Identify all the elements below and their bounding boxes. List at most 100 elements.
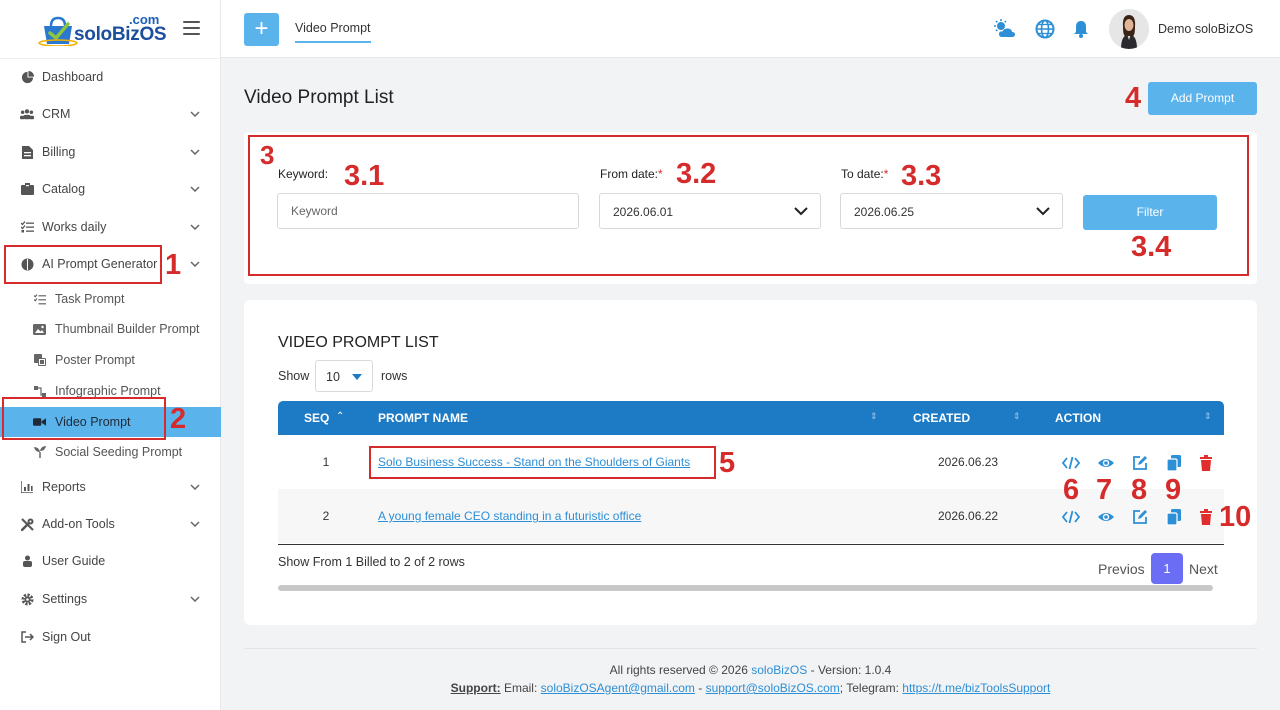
sidebar-item-label: Billing	[42, 145, 76, 159]
sidebar-item-dashboard[interactable]: Dashboard	[0, 59, 221, 95]
footer-brand: soloBizOS	[751, 663, 808, 677]
sidebar-item-reports[interactable]: Reports	[0, 469, 221, 505]
code-icon[interactable]	[1062, 508, 1080, 526]
prompt-name-link[interactable]: A young female CEO standing in a futuris…	[378, 509, 641, 523]
poster-icon	[33, 354, 46, 367]
column-header-action[interactable]: ACTION	[1055, 411, 1101, 425]
annotation-label-10: 10	[1219, 501, 1252, 533]
globe-icon[interactable]	[1034, 19, 1056, 39]
eye-icon[interactable]	[1097, 454, 1115, 472]
caret-down-icon	[352, 374, 362, 380]
sidebar-subitem-task-prompt[interactable]: Task Prompt	[0, 284, 221, 314]
footer-version: - Version: 1.0.4	[807, 663, 892, 677]
horizontal-scrollbar[interactable]	[278, 585, 1213, 591]
logo-word: soloBizOS	[74, 24, 167, 45]
footer-telegram-link[interactable]: https://t.me/bizToolsSupport	[902, 681, 1050, 695]
rows-per-page-select[interactable]: 10	[315, 360, 373, 392]
infographic-icon	[33, 385, 46, 398]
annotation-label-4: 4	[1125, 82, 1142, 114]
sidebar-item-works-daily[interactable]: Works daily	[0, 209, 221, 245]
sidebar-subitem-poster-prompt[interactable]: Poster Prompt	[0, 345, 221, 375]
add-prompt-button[interactable]: Add Prompt	[1148, 82, 1257, 115]
sort-asc-icon: ⌃	[336, 411, 345, 422]
sign-out-icon	[20, 630, 34, 644]
eye-icon[interactable]	[1097, 508, 1115, 526]
tools-icon	[20, 517, 34, 531]
sidebar-item-billing[interactable]: Billing	[0, 134, 221, 170]
sidebar-item-crm[interactable]: CRM	[0, 96, 221, 132]
sidebar-subitem-label: Thumbnail Builder Prompt	[55, 322, 200, 336]
edit-icon[interactable]	[1131, 508, 1149, 526]
image-icon	[33, 323, 46, 336]
chevron-down-icon	[190, 594, 200, 605]
checklist-icon	[20, 220, 34, 234]
annotation-label-1: 1	[165, 249, 182, 281]
chevron-down-icon	[190, 109, 200, 120]
trash-icon[interactable]	[1197, 454, 1215, 472]
copy-icon[interactable]	[1165, 454, 1183, 472]
chevron-down-icon	[190, 184, 200, 195]
code-icon[interactable]	[1062, 454, 1080, 472]
sidebar-item-user-guide[interactable]: User Guide	[0, 543, 221, 579]
sidebar-item-settings[interactable]: Settings	[0, 581, 221, 617]
sidebar-item-catalog[interactable]: Catalog	[0, 171, 221, 207]
annotation-box-5	[369, 446, 716, 479]
table-header: SEQ ⌃ PROMPT NAME ⇕ CREATED ⇕ ACTION ⇕	[278, 401, 1224, 435]
sidebar-item-label: Sign Out	[42, 630, 91, 644]
column-header-prompt-name[interactable]: PROMPT NAME	[378, 411, 468, 425]
annotation-label-9: 9	[1165, 474, 1182, 506]
footer-email-link-2[interactable]: support@soloBizOS.com	[706, 681, 840, 695]
user-guide-icon	[20, 554, 34, 568]
annotation-label-2: 2	[170, 403, 187, 435]
task-list-icon	[33, 293, 46, 306]
copy-icon[interactable]	[1165, 508, 1183, 526]
pagination-previous[interactable]: Previos	[1098, 561, 1145, 577]
annotation-label-5: 5	[719, 447, 736, 479]
tab-video-prompt[interactable]: Video Prompt	[295, 21, 371, 43]
sort-icon: ⇕	[1204, 411, 1212, 421]
annotation-label-8: 8	[1131, 474, 1148, 506]
add-plus-button[interactable]: +	[244, 13, 279, 46]
logo-bag-icon	[38, 16, 78, 46]
user-name[interactable]: Demo soloBizOS	[1158, 22, 1253, 36]
footer-rights-text: All rights reserved © 2026	[609, 663, 752, 677]
avatar[interactable]	[1109, 9, 1149, 49]
row-seq: 1	[322, 455, 330, 469]
column-header-created[interactable]: CREATED	[913, 411, 970, 425]
show-label: Show	[278, 369, 310, 383]
menu-toggle-icon[interactable]	[183, 21, 200, 35]
sidebar-subitem-label: Infographic Prompt	[55, 384, 161, 398]
annotation-label-3-1: 3.1	[344, 160, 385, 192]
pagination-next[interactable]: Next	[1189, 561, 1218, 577]
column-header-seq[interactable]: SEQ	[304, 411, 329, 425]
page-title: Video Prompt List	[244, 87, 394, 108]
footer-support-label: Support:	[450, 681, 501, 695]
annotation-label-3: 3	[260, 140, 275, 170]
sidebar-item-add-on-tools[interactable]: Add-on Tools	[0, 506, 221, 542]
chevron-down-icon	[190, 259, 200, 270]
rows-label: rows	[381, 369, 408, 383]
sidebar-subitem-social-seeding-prompt[interactable]: Social Seeding Prompt	[0, 437, 221, 467]
footer-email-link-1[interactable]: soloBizOSAgent@gmail.com	[541, 681, 695, 695]
sidebar: .com soloBizOS Dashboard CRM Billing Cat…	[0, 0, 221, 710]
sidebar-item-label: Add-on Tools	[42, 517, 115, 531]
sidebar-item-label: Dashboard	[42, 70, 104, 84]
users-icon	[20, 107, 34, 121]
edit-icon[interactable]	[1131, 454, 1149, 472]
annotation-label-3-3: 3.3	[901, 160, 942, 192]
annotation-label-7: 7	[1096, 474, 1113, 506]
sort-icon: ⇕	[1013, 411, 1021, 421]
sidebar-item-sign-out[interactable]: Sign Out	[0, 619, 221, 655]
pagination-page-1[interactable]: 1	[1151, 553, 1183, 584]
pie-chart-icon	[20, 70, 34, 84]
table-divider	[278, 544, 1224, 545]
weather-icon[interactable]	[994, 19, 1016, 39]
bell-icon[interactable]	[1070, 19, 1092, 39]
sidebar-subitem-thumbnail-builder-prompt[interactable]: Thumbnail Builder Prompt	[0, 314, 221, 344]
chevron-down-icon	[190, 147, 200, 158]
sidebar-item-label: CRM	[42, 107, 71, 121]
logo[interactable]: .com soloBizOS	[38, 10, 168, 48]
trash-icon[interactable]	[1197, 508, 1215, 526]
sidebar-subitem-label: Task Prompt	[55, 292, 125, 306]
footer-separator: -	[694, 681, 706, 695]
